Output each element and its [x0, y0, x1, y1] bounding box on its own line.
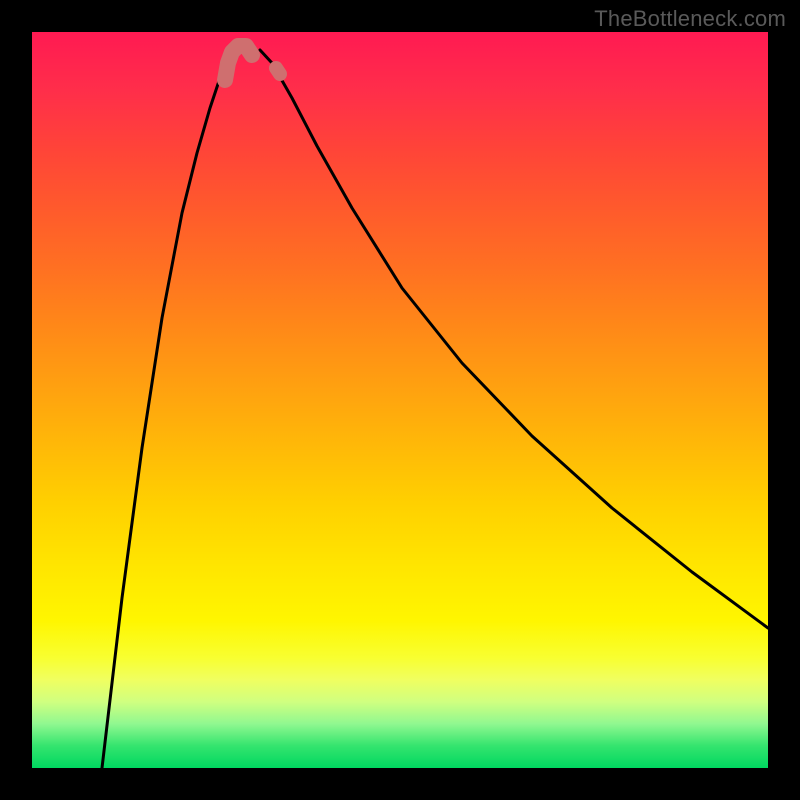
right-curve [260, 50, 768, 628]
marker-hook-icon [225, 46, 252, 80]
outer-frame: TheBottleneck.com [0, 0, 800, 800]
watermark-text: TheBottleneck.com [594, 6, 786, 32]
curve-overlay [32, 32, 768, 768]
marker-dot-icon [276, 68, 280, 74]
left-curve [102, 40, 250, 768]
